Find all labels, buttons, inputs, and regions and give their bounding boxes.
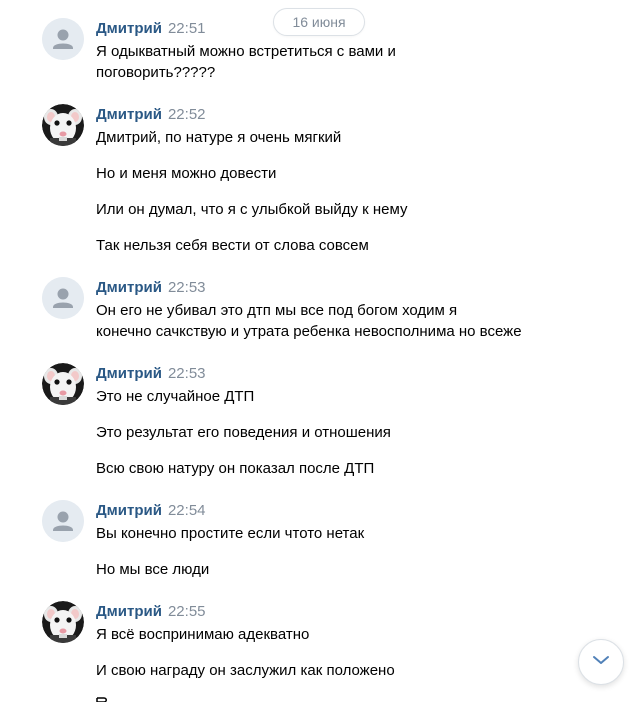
default-avatar[interactable]: [42, 500, 84, 542]
message-header: Дмитрий 22:53: [96, 279, 206, 296]
message-text: Но мы все люди: [96, 561, 210, 578]
default-avatar[interactable]: [42, 277, 84, 319]
message-text: Я всё воспринимаю адекватно: [96, 626, 310, 643]
rat-avatar[interactable]: [42, 104, 84, 146]
message-header: Дмитрий 22:55: [96, 603, 206, 620]
message-text: Всю свою натуру он показал после ДТП: [96, 460, 375, 477]
message-time[interactable]: 22:53: [168, 365, 206, 382]
author-name[interactable]: Дмитрий: [96, 279, 162, 296]
message-time[interactable]: 22:52: [168, 106, 206, 123]
message-time[interactable]: 22:53: [168, 279, 206, 296]
author-name[interactable]: Дмитрий: [96, 365, 162, 382]
message-header: Дмитрий 22:51: [96, 20, 206, 37]
truncated-message: [96, 692, 114, 702]
message-time[interactable]: 22:55: [168, 603, 206, 620]
message-text: Это не случайное ДТП: [96, 388, 255, 405]
message-text: Дмитрий, по натуре я очень мягкий: [96, 129, 342, 146]
message-header: Дмитрий 22:54: [96, 502, 206, 519]
date-label: 16 июня: [292, 14, 346, 30]
message-time[interactable]: 22:51: [168, 20, 206, 37]
message-text: И свою награду он заслужил как положено: [96, 662, 395, 679]
message-text: Или он думал, что я с улыбкой выйду к не…: [96, 201, 408, 218]
message-text: Вы конечно простите если чтото нетак: [96, 525, 365, 542]
message-time[interactable]: 22:54: [168, 502, 206, 519]
message-text: Это результат его поведения и отношения: [96, 424, 391, 441]
message-text: Но и меня можно довести: [96, 165, 277, 182]
author-name[interactable]: Дмитрий: [96, 106, 162, 123]
date-separator: 16 июня: [273, 8, 365, 36]
message-text: Так нельзя себя вести от слова совсем: [96, 237, 369, 254]
scroll-down-button[interactable]: [578, 639, 624, 685]
chevron-down-icon: [592, 653, 610, 671]
author-name[interactable]: Дмитрий: [96, 603, 162, 620]
message-header: Дмитрий 22:53: [96, 365, 206, 382]
message-text: Я одыкватный можно встретиться с вами и …: [96, 43, 396, 81]
author-name[interactable]: Дмитрий: [96, 502, 162, 519]
message-header: Дмитрий 22:52: [96, 106, 206, 123]
author-name[interactable]: Дмитрий: [96, 20, 162, 37]
message-text: Он его не убивал это дтп мы все под бого…: [96, 302, 522, 340]
rat-avatar[interactable]: [42, 363, 84, 405]
default-avatar[interactable]: [42, 18, 84, 60]
rat-avatar[interactable]: [42, 601, 84, 643]
